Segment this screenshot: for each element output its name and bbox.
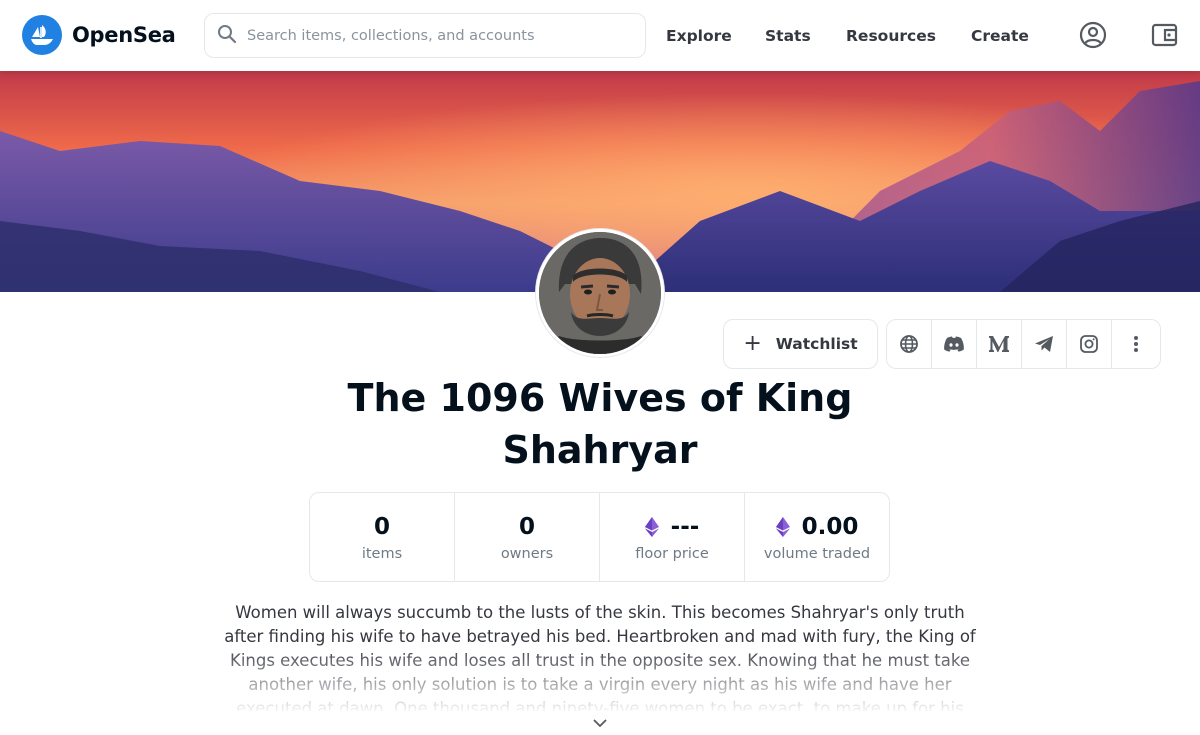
stat-value: 0.00 — [775, 512, 858, 542]
eth-icon — [775, 517, 790, 537]
stat-label: volume traded — [763, 546, 871, 562]
watchlist-button[interactable]: + Watchlist — [723, 319, 878, 369]
collection-title: The 1096 Wives of King Shahryar — [347, 376, 853, 472]
stat-owners[interactable]: 0 owners — [455, 493, 600, 581]
nav-explore[interactable]: Explore — [666, 0, 732, 71]
social-links-bar — [886, 319, 1161, 369]
collection-description: Women will always succumb to the lusts o… — [224, 603, 976, 711]
plus-icon: + — [743, 331, 762, 356]
medium-icon[interactable] — [977, 320, 1022, 368]
wallet-icon[interactable] — [1150, 20, 1180, 50]
nav-stats[interactable]: Stats — [765, 0, 811, 71]
nav-create[interactable]: Create — [971, 0, 1029, 71]
stat-value: 0 — [518, 514, 535, 540]
collection-avatar — [536, 229, 664, 357]
stat-label: floor price — [635, 546, 709, 562]
top-nav-bar: OpenSea Explore Stats Resources Create — [0, 0, 1200, 71]
chevron-down-icon[interactable] — [589, 714, 611, 732]
watchlist-label: Watchlist — [775, 335, 858, 353]
opensea-logo-icon — [22, 15, 62, 55]
stat-value: --- — [644, 512, 699, 542]
stat-label: owners — [500, 546, 554, 562]
search-bar[interactable] — [204, 13, 646, 58]
stat-items[interactable]: 0 items — [310, 493, 455, 581]
brand-name: OpenSea — [72, 23, 176, 47]
more-options-icon[interactable] — [1112, 320, 1160, 368]
stat-value: 0 — [373, 514, 390, 540]
profile-icon[interactable] — [1078, 20, 1108, 50]
telegram-icon[interactable] — [1022, 320, 1067, 368]
instagram-icon[interactable] — [1067, 320, 1112, 368]
eth-icon — [644, 517, 659, 537]
discord-icon[interactable] — [932, 320, 977, 368]
globe-icon[interactable] — [887, 320, 932, 368]
collection-stats: 0 items 0 owners --- floor price 0.00 vo… — [309, 492, 890, 582]
stat-volume-traded[interactable]: 0.00 volume traded — [745, 493, 889, 581]
search-input[interactable] — [247, 27, 627, 44]
opensea-home-link[interactable]: OpenSea — [22, 15, 176, 55]
stat-label: items — [361, 546, 403, 562]
nav-resources[interactable]: Resources — [846, 0, 936, 71]
stat-floor-price[interactable]: --- floor price — [600, 493, 745, 581]
search-icon — [217, 24, 237, 48]
